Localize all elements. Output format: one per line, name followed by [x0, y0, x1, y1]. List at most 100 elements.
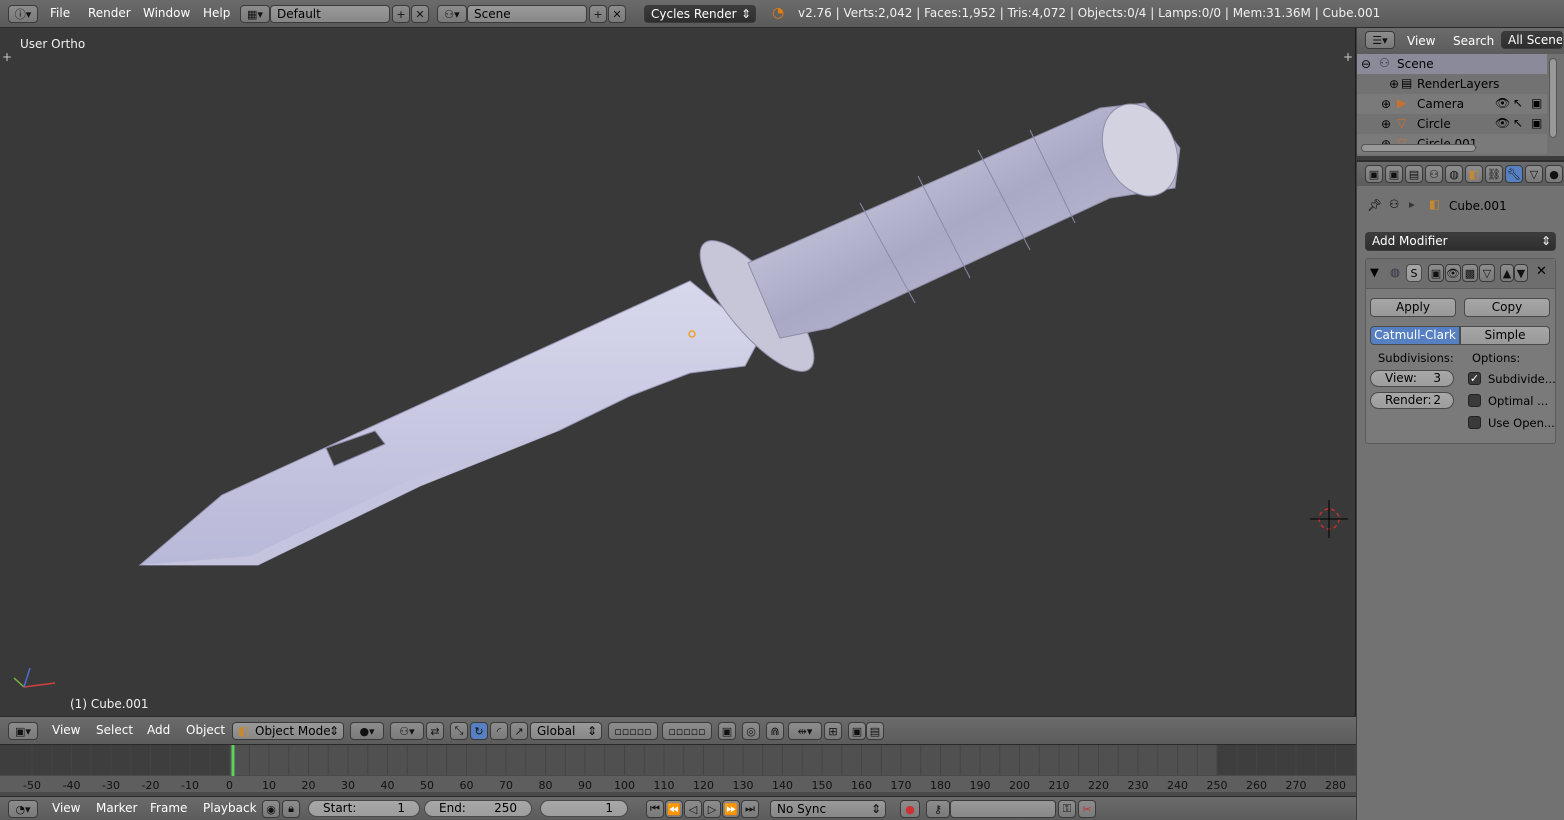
menu-frame[interactable]: Frame: [150, 801, 187, 815]
end-frame-field[interactable]: End: 250: [424, 800, 532, 817]
play-reverse-icon[interactable]: ◁: [684, 800, 702, 818]
add-layout-icon[interactable]: +: [392, 5, 410, 23]
menu-window[interactable]: Window: [143, 6, 190, 20]
expand-icon[interactable]: ⊕: [1381, 97, 1391, 111]
remove-scene-icon[interactable]: ✕: [608, 5, 626, 23]
rotate-manipulator-icon[interactable]: ↻: [470, 722, 488, 740]
3d-cursor-icon[interactable]: [1310, 500, 1348, 538]
expand-icon[interactable]: ⊕: [1389, 77, 1399, 91]
editor-type-icon[interactable]: ▣▾: [8, 722, 38, 740]
keying-set-field[interactable]: [950, 800, 1056, 818]
data-tab-icon[interactable]: ▽: [1525, 165, 1543, 183]
visibility-eye-icon[interactable]: 👁︎: [1495, 116, 1510, 130]
outliner[interactable]: ⊖ ⚇ Scene ⊕ ▤ RenderLayers ⊕ ▶ Camera 👁︎…: [1357, 54, 1564, 156]
pivot-point-icon[interactable]: ⚇▾: [390, 722, 424, 740]
remove-modifier-icon[interactable]: ✕: [1536, 264, 1547, 279]
modifier-name-field[interactable]: S: [1406, 264, 1422, 282]
start-frame-field[interactable]: Start: 1: [308, 800, 420, 817]
scene-field[interactable]: Scene: [467, 5, 587, 23]
play-icon[interactable]: ▷: [703, 800, 721, 818]
layers-grid-b[interactable]: ▫▫▫▫▫: [662, 722, 712, 740]
render-engine-select[interactable]: Cycles Render ⇕: [644, 5, 756, 23]
manipulator-toggle-icon[interactable]: ⇄: [426, 722, 444, 740]
sync-select[interactable]: No Sync ⇕: [770, 800, 886, 818]
screen-layout-field[interactable]: Default: [270, 5, 390, 23]
current-frame-marker[interactable]: [231, 745, 235, 776]
snap-element-icon[interactable]: ⇹▾: [788, 722, 822, 740]
render-levels-field[interactable]: Render: 2: [1370, 392, 1454, 409]
current-frame-field[interactable]: 1: [540, 800, 628, 817]
add-scene-icon[interactable]: +: [589, 5, 607, 23]
jump-next-keyframe-icon[interactable]: ⏩: [722, 800, 740, 818]
outliner-vertical-scrollbar[interactable]: [1549, 58, 1557, 138]
lock-icon[interactable]: 🔒︎: [282, 800, 300, 818]
outliner-filter-select[interactable]: All Scenes: [1501, 31, 1563, 49]
collapse-triangle-icon[interactable]: ▼: [1370, 265, 1379, 279]
modifier-render-icon[interactable]: ▣: [1428, 264, 1444, 282]
outliner-row-circle[interactable]: ⊕ ▽ Circle 👁︎ ↖ ▣: [1357, 114, 1547, 134]
lock-layers-icon[interactable]: ▣: [718, 722, 736, 740]
expand-icon[interactable]: ⊕: [1381, 117, 1391, 131]
timeline-ruler[interactable]: -50 -40 -30 -20 -10 0 10 20 30 40 50 60 70 80 90 100 110…: [0, 745, 1356, 797]
menu-render[interactable]: Render: [88, 6, 131, 20]
shading-mode-icon[interactable]: ●▾: [350, 722, 384, 740]
proportional-edit-icon[interactable]: ◎: [742, 722, 760, 740]
world-tab-icon[interactable]: ◍: [1445, 165, 1463, 183]
knife-model[interactable]: [0, 28, 1356, 716]
copy-button[interactable]: Copy: [1464, 298, 1550, 317]
collapse-icon[interactable]: ⊖: [1361, 57, 1371, 71]
selectability-cursor-icon[interactable]: ↖: [1513, 116, 1523, 130]
menu-outliner-view[interactable]: View: [1407, 34, 1435, 48]
render-tab-icon[interactable]: ▣: [1385, 165, 1403, 183]
timeline-ruler-strip[interactable]: [0, 776, 1356, 792]
snap-icon[interactable]: ⋒: [766, 722, 784, 740]
material-tab-icon[interactable]: ●: [1545, 165, 1563, 183]
visibility-eye-icon[interactable]: 👁︎: [1495, 96, 1510, 110]
object-tab-icon[interactable]: ◧: [1465, 165, 1483, 183]
info-editor-icon[interactable]: ⓘ▾: [8, 5, 38, 23]
orientation-select[interactable]: Global ⇕: [530, 722, 602, 740]
menu-view[interactable]: View: [52, 723, 80, 737]
modifiers-wrench-icon[interactable]: 🔧︎: [1505, 165, 1523, 183]
keying-set-icon[interactable]: ◉: [262, 800, 280, 818]
remove-layout-icon[interactable]: ✕: [411, 5, 429, 23]
apply-button[interactable]: Apply: [1370, 298, 1456, 317]
timeline-editor-icon[interactable]: ◔▾: [8, 800, 38, 818]
move-up-icon[interactable]: ▲: [1500, 264, 1514, 282]
scale-manipulator-icon[interactable]: ◜: [490, 722, 508, 740]
menu-outliner-search[interactable]: Search: [1453, 34, 1494, 48]
outliner-row-camera[interactable]: ⊕ ▶ Camera 👁︎ ↖ ▣: [1357, 94, 1547, 114]
modifier-editmode-icon[interactable]: ▩: [1462, 264, 1478, 282]
view-levels-field[interactable]: View: 3: [1370, 370, 1454, 387]
optimal-display-checkbox[interactable]: [1468, 394, 1481, 407]
use-opensubdiv-checkbox[interactable]: [1468, 416, 1481, 429]
record-icon[interactable]: ●: [900, 800, 920, 818]
render-opengl-icon[interactable]: ▣: [848, 722, 866, 740]
properties-editor-icon[interactable]: ▣: [1365, 165, 1383, 183]
snap-target-icon[interactable]: ⊞: [824, 722, 842, 740]
render-animation-icon[interactable]: ▤: [866, 722, 884, 740]
mode-select[interactable]: ◧ Object Mode ⇕: [232, 722, 344, 740]
layers-grid-a[interactable]: ▫▫▫▫▫: [608, 722, 658, 740]
modifier-cage-icon[interactable]: ▽: [1479, 264, 1495, 282]
renderlayers-tab-icon[interactable]: ▤: [1405, 165, 1423, 183]
menu-object[interactable]: Object: [186, 723, 225, 737]
outliner-row-renderlayers[interactable]: ⊕ ▤ RenderLayers: [1357, 74, 1547, 94]
timeline-area[interactable]: -50 -40 -30 -20 -10 0 10 20 30 40 50 60 70 80 90 100 110…: [0, 744, 1356, 796]
menu-help[interactable]: Help: [203, 6, 230, 20]
delete-keyframe-icon[interactable]: ✂: [1078, 800, 1096, 818]
renderability-camera-icon[interactable]: ▣: [1531, 116, 1542, 130]
menu-timeline-view[interactable]: View: [52, 801, 80, 815]
menu-playback[interactable]: Playback: [203, 801, 257, 815]
outliner-row-scene[interactable]: ⊖ ⚇ Scene: [1357, 54, 1547, 74]
menu-add[interactable]: Add: [147, 723, 170, 737]
outliner-horizontal-scrollbar[interactable]: [1361, 144, 1476, 152]
menu-file[interactable]: File: [50, 6, 70, 20]
outliner-editor-icon[interactable]: ☰▾: [1365, 31, 1395, 49]
move-down-icon[interactable]: ▼: [1514, 264, 1528, 282]
add-modifier-dropdown[interactable]: Add Modifier ⇕: [1365, 232, 1556, 251]
subdivide-uvs-checkbox[interactable]: ✓: [1468, 372, 1481, 385]
catmull-clark-button[interactable]: Catmull-Clark: [1370, 326, 1460, 345]
menu-marker[interactable]: Marker: [96, 801, 137, 815]
scene-tab-icon[interactable]: ⚇: [1425, 165, 1443, 183]
